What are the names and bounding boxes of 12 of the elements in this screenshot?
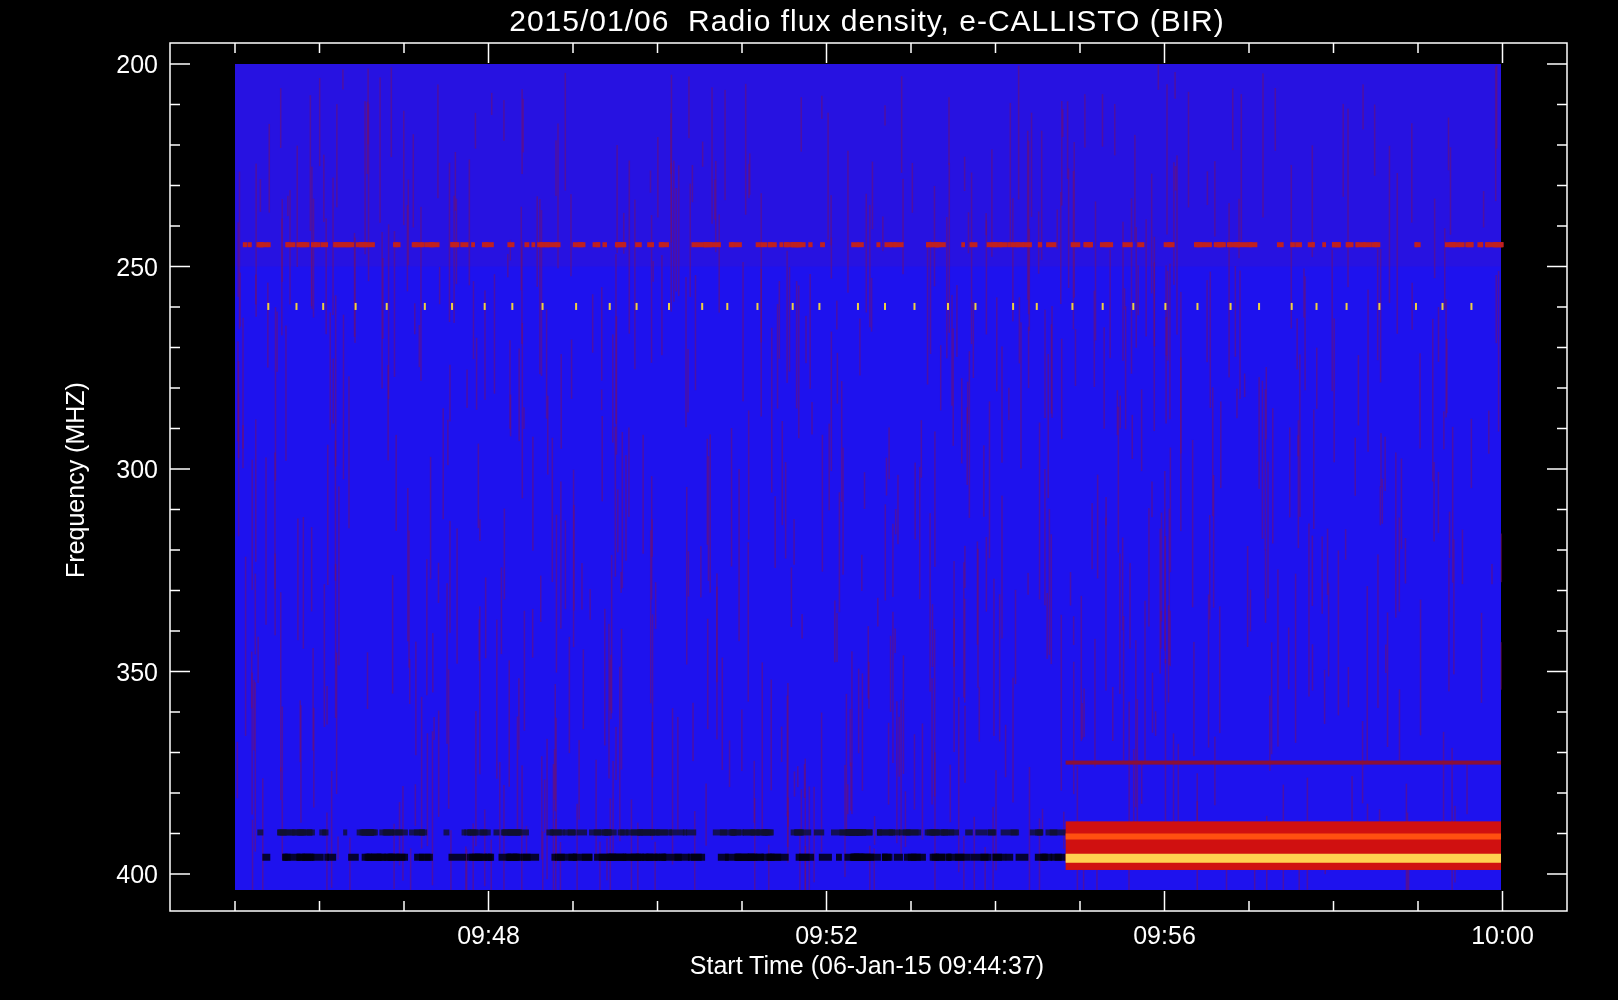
tick-label: 250	[116, 252, 158, 281]
tick-label: 200	[116, 50, 158, 78]
tick-label: 300	[116, 455, 158, 483]
tick-label: 10:00	[1471, 921, 1534, 949]
tick-label: 09:48	[457, 921, 520, 949]
tick-label: 09:52	[795, 921, 858, 949]
tick-label: 350	[116, 657, 158, 686]
axis-label: Frequency (MHZ)	[61, 382, 89, 578]
tick-label: 400	[116, 860, 158, 888]
tick-label: 09:56	[1133, 921, 1196, 949]
axis-label: Start Time (06-Jan-15 09:44:37)	[689, 951, 1045, 979]
plot-title: 2015/01/06 Radio flux density, e-CALLISTO (BIR)	[509, 4, 1225, 38]
